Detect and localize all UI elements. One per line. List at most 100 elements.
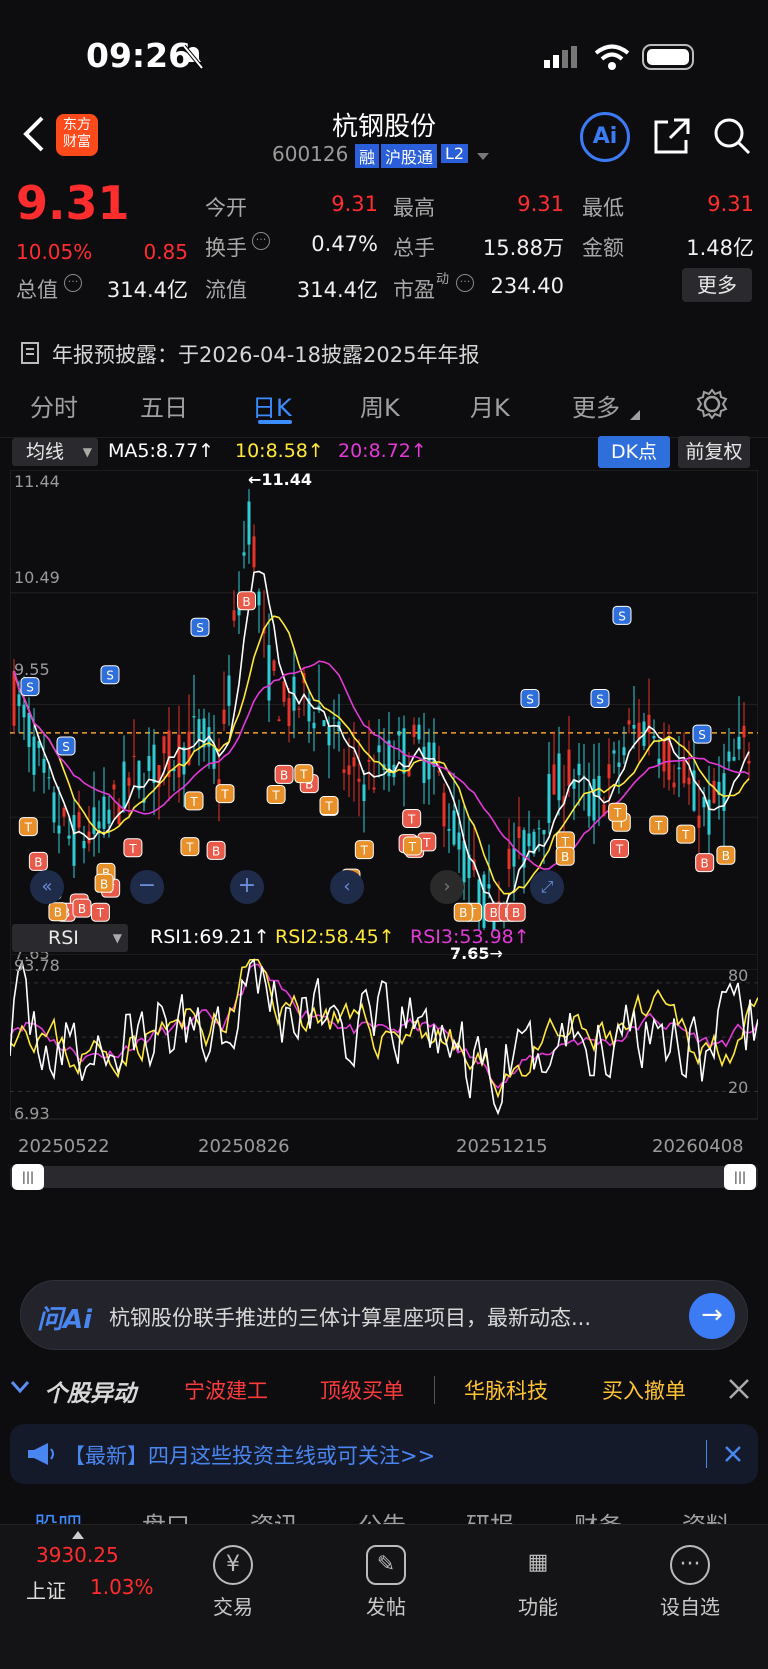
x-tick-label: 20250522 — [18, 1136, 110, 1157]
close-icon[interactable] — [728, 1378, 750, 1400]
ticker-item[interactable]: 顶级买单 — [320, 1375, 404, 1405]
tab-announcements[interactable]: 公告 — [358, 1506, 406, 1526]
battery-icon — [642, 44, 694, 70]
candle-body — [682, 760, 686, 784]
collapse-icon[interactable] — [10, 1380, 30, 1394]
document-icon — [21, 342, 39, 364]
signal-marker-label: T — [654, 819, 663, 833]
active-tab-indicator — [258, 420, 292, 424]
info-icon[interactable]: ··· — [252, 232, 270, 250]
candle-body — [222, 709, 226, 724]
signal-marker-label: T — [615, 843, 624, 857]
ticker-item[interactable]: 宁波建工 — [184, 1375, 268, 1405]
rsi-select-label: RSI — [48, 927, 79, 949]
index-name[interactable]: 上证 — [26, 1575, 66, 1604]
dropdown-icon[interactable] — [476, 152, 490, 162]
pe-sup: 动 — [436, 272, 450, 287]
ma10-label: 10:8.58↑ — [235, 440, 324, 462]
divider — [434, 1376, 435, 1404]
rsi-chart[interactable] — [10, 954, 758, 1124]
ticker-item[interactable]: 买入撤单 — [602, 1375, 686, 1405]
divider — [706, 1440, 707, 1468]
candle-body — [537, 828, 541, 830]
tab-five-day[interactable]: 五日 — [140, 388, 188, 423]
select-arrow-icon: ▼ — [112, 931, 122, 945]
status-time: 09:26 — [86, 36, 192, 75]
kline-chart[interactable]: SSSSSSSSTTBTTTBBBTTBBTTTTBTBBTTBBTTBBBTB… — [10, 470, 758, 970]
tab-forum[interactable]: 股吧 — [34, 1506, 82, 1526]
signal-marker-label: S — [698, 728, 706, 742]
candle-body — [42, 758, 46, 773]
nav-post[interactable]: ✎ 发帖 — [336, 1545, 436, 1620]
tab-profile[interactable]: 资料 — [682, 1506, 730, 1526]
tab-news[interactable]: 资讯 — [250, 1506, 298, 1526]
candle-body — [327, 726, 331, 746]
badge-l2: L2 — [441, 144, 469, 163]
stock-header: 东方 财富 杭钢股份 600126 融 沪股通 L2 Ai — [0, 100, 768, 176]
ticker-item[interactable]: 华脉科技 — [464, 1375, 548, 1405]
rewind-button[interactable]: « — [30, 870, 64, 904]
ai-send-button[interactable]: → — [689, 1293, 735, 1339]
badge-margin: 融 — [355, 144, 380, 168]
signal-marker-label: S — [62, 740, 70, 754]
status-bar: 09:26 — [0, 0, 768, 110]
tab-research[interactable]: 研报 — [466, 1506, 514, 1526]
time-range-slider[interactable]: ||| ||| — [10, 1164, 758, 1190]
candle-body — [412, 724, 416, 737]
tab-financials[interactable]: 财务 — [574, 1506, 622, 1526]
candle-body — [267, 645, 271, 701]
rsi-level-20-label: 20 — [728, 1078, 749, 1097]
share-icon[interactable] — [652, 116, 692, 156]
more-button[interactable]: 更多 — [682, 268, 752, 302]
slider-left-handle[interactable]: ||| — [12, 1164, 44, 1190]
total-value-label: 总值 — [16, 278, 58, 302]
candle-body — [342, 769, 346, 773]
candle-body — [67, 835, 71, 839]
rsi-select[interactable]: RSI ▼ — [12, 924, 128, 952]
nav-trade[interactable]: ¥ 交易 — [183, 1545, 283, 1620]
indicator-select[interactable]: 均线 ▼ — [12, 438, 98, 466]
tab-monthly-k[interactable]: 月K — [470, 388, 510, 423]
zoom-out-button[interactable]: − — [130, 870, 164, 904]
nav-add-watchlist[interactable]: ··· 设自选 — [640, 1545, 740, 1620]
scroll-left-button[interactable]: ‹ — [330, 870, 364, 904]
candle-body — [127, 777, 131, 786]
tab-orderbook[interactable]: 盘口 — [142, 1506, 190, 1526]
candle-body — [377, 745, 381, 753]
scroll-right-button[interactable]: › — [430, 870, 464, 904]
ai-button[interactable]: Ai — [580, 112, 630, 162]
pe-label: 市盈 — [393, 278, 435, 302]
tab-more[interactable]: 更多 — [572, 388, 620, 423]
info-icon[interactable]: ··· — [64, 274, 82, 292]
news-banner[interactable]: 【最新】四月这些投资主线或可关注>> — [10, 1424, 758, 1484]
info-icon[interactable]: ··· — [456, 274, 474, 292]
expand-up-icon[interactable] — [72, 1531, 84, 1539]
close-icon[interactable] — [724, 1445, 742, 1463]
rsi-level-80-label: 80 — [728, 966, 749, 985]
candle-body — [512, 848, 516, 867]
tab-daily-k[interactable]: 日K — [252, 388, 292, 423]
fullscreen-button[interactable]: ⤢ — [530, 870, 564, 904]
notice-bar[interactable]: 年报预披露：于2026-04-18披露2025年年报 — [0, 330, 768, 374]
settings-gear-icon[interactable] — [696, 388, 728, 420]
candle-body — [12, 671, 16, 726]
candle-body — [312, 722, 316, 729]
candle-body — [737, 736, 741, 750]
nav-trade-label: 交易 — [213, 1595, 253, 1619]
candle-body — [482, 874, 486, 928]
candle-body — [622, 747, 626, 756]
tab-weekly-k[interactable]: 周K — [360, 388, 400, 423]
nav-functions[interactable]: ▦ 功能 — [488, 1545, 588, 1620]
slider-right-handle[interactable]: ||| — [724, 1164, 756, 1190]
notice-text: 年报预披露：于2026-04-18披露2025年年报 — [52, 343, 480, 367]
adjust-button[interactable]: 前复权 — [678, 436, 750, 468]
zoom-in-button[interactable]: + — [230, 870, 264, 904]
dk-point-button[interactable]: DK点 — [598, 436, 670, 468]
candle-body — [427, 742, 431, 780]
candle-body — [272, 660, 276, 671]
ai-ask-bar[interactable]: 问Ai 杭钢股份联手推进的三体计算星座项目，最新动态... → — [20, 1280, 748, 1350]
search-icon[interactable] — [712, 116, 752, 156]
high-label: 最高 — [393, 196, 435, 220]
candle-body — [442, 792, 446, 827]
tab-intraday[interactable]: 分时 — [30, 388, 78, 423]
